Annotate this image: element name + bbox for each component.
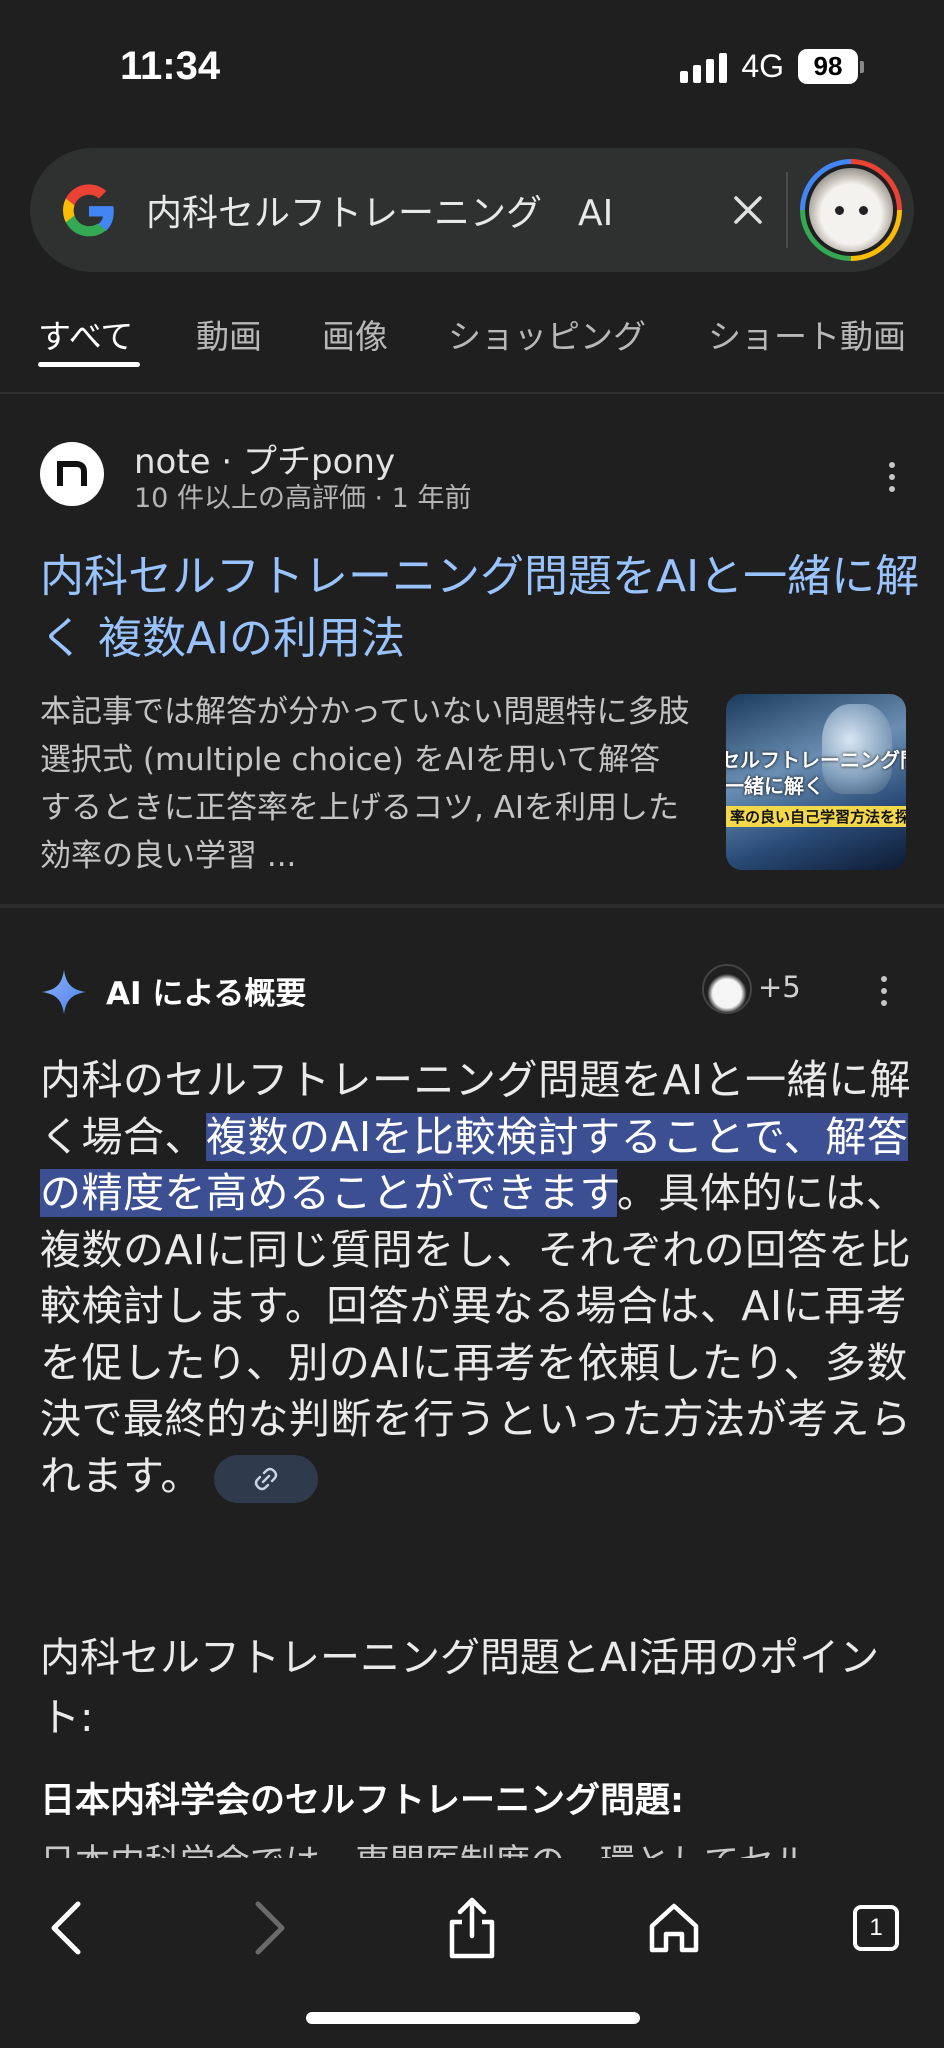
search-bar[interactable]: 内科セルフトレーニング AI (30, 148, 914, 272)
gemini-sparkle-icon (42, 970, 86, 1014)
back-button[interactable] (18, 1878, 118, 1978)
result-more-options-button[interactable] (882, 462, 902, 492)
chevron-right-icon (255, 1901, 285, 1955)
forward-button[interactable] (218, 1878, 318, 1978)
share-icon (449, 1897, 495, 1959)
status-icons: 4G 98 (680, 48, 864, 85)
ai-overview-subheading: 内科セルフトレーニング問題とAI活用のポイント: (40, 1635, 880, 1741)
ai-overview-header: AI による概要 +5 (0, 950, 944, 1030)
note-favicon-icon (40, 442, 104, 506)
search-tabs: すべて 動画 画像 ショッピング ショート動画 (0, 298, 944, 394)
home-indicator[interactable] (306, 2012, 640, 2024)
status-bar: 11:34 4G 98 (0, 0, 944, 140)
ai-overview-point-heading: 日本内科学会のセルフトレーニング問題: (40, 1781, 684, 1821)
clock: 11:34 (120, 44, 221, 88)
account-avatar-button[interactable] (800, 159, 902, 261)
chevron-left-icon (51, 1901, 81, 1955)
ai-overview-text: 内科のセルフトレーニング問題をAIと一緒に解く場合、複数のAIを比較検討すること… (40, 1052, 912, 1504)
avatar (809, 168, 893, 252)
source-avatar[interactable] (702, 964, 752, 1014)
search-result: note · プチpony 10 件以上の高評価 · 1 年前 内科セルフトレー… (0, 396, 944, 904)
tab-shopping[interactable]: ショッピング (448, 310, 646, 358)
tabs-button[interactable]: 1 (826, 1878, 926, 1978)
tab-count: 1 (853, 1905, 899, 1951)
ai-overview-title: AI による概要 (106, 976, 307, 1012)
result-snippet: 本記事では解答が分かっていない問題特に多肢選択式 (multiple choic… (40, 694, 690, 874)
source-count[interactable]: +5 (758, 970, 801, 1004)
link-icon (254, 1467, 278, 1490)
search-divider (786, 172, 788, 248)
section-divider (0, 904, 944, 908)
ai-overview-more-button[interactable] (874, 976, 894, 1006)
tab-images[interactable]: 画像 (322, 310, 388, 358)
tab-videos[interactable]: 動画 (196, 310, 262, 358)
network-type: 4G (741, 48, 784, 84)
google-logo-icon (63, 184, 114, 237)
home-button[interactable] (624, 1878, 724, 1978)
tab-short-videos[interactable]: ショート動画 (708, 310, 906, 358)
cellular-signal-icon (680, 51, 728, 83)
result-meta: 10 件以上の高評価 · 1 年前 (134, 483, 472, 514)
battery-level: 98 (798, 49, 858, 84)
result-title-link[interactable]: 内科セルフトレーニング問題をAIと一緒に解く 複数AIの利用法 (40, 546, 920, 670)
search-input[interactable]: 内科セルフトレーニング AI (146, 184, 613, 236)
close-icon (734, 196, 762, 224)
citation-link-button[interactable] (213, 1454, 318, 1503)
clear-search-button[interactable] (714, 176, 782, 244)
home-icon (649, 1903, 699, 1953)
tab-all[interactable]: すべて (38, 310, 133, 358)
result-thumbnail[interactable]: セルフトレーニング問 一緒に解く 率の良い自己学習方法を探る (726, 694, 906, 870)
share-button[interactable] (422, 1878, 522, 1978)
active-tab-indicator (38, 362, 140, 367)
battery-icon: 98 (798, 49, 864, 84)
